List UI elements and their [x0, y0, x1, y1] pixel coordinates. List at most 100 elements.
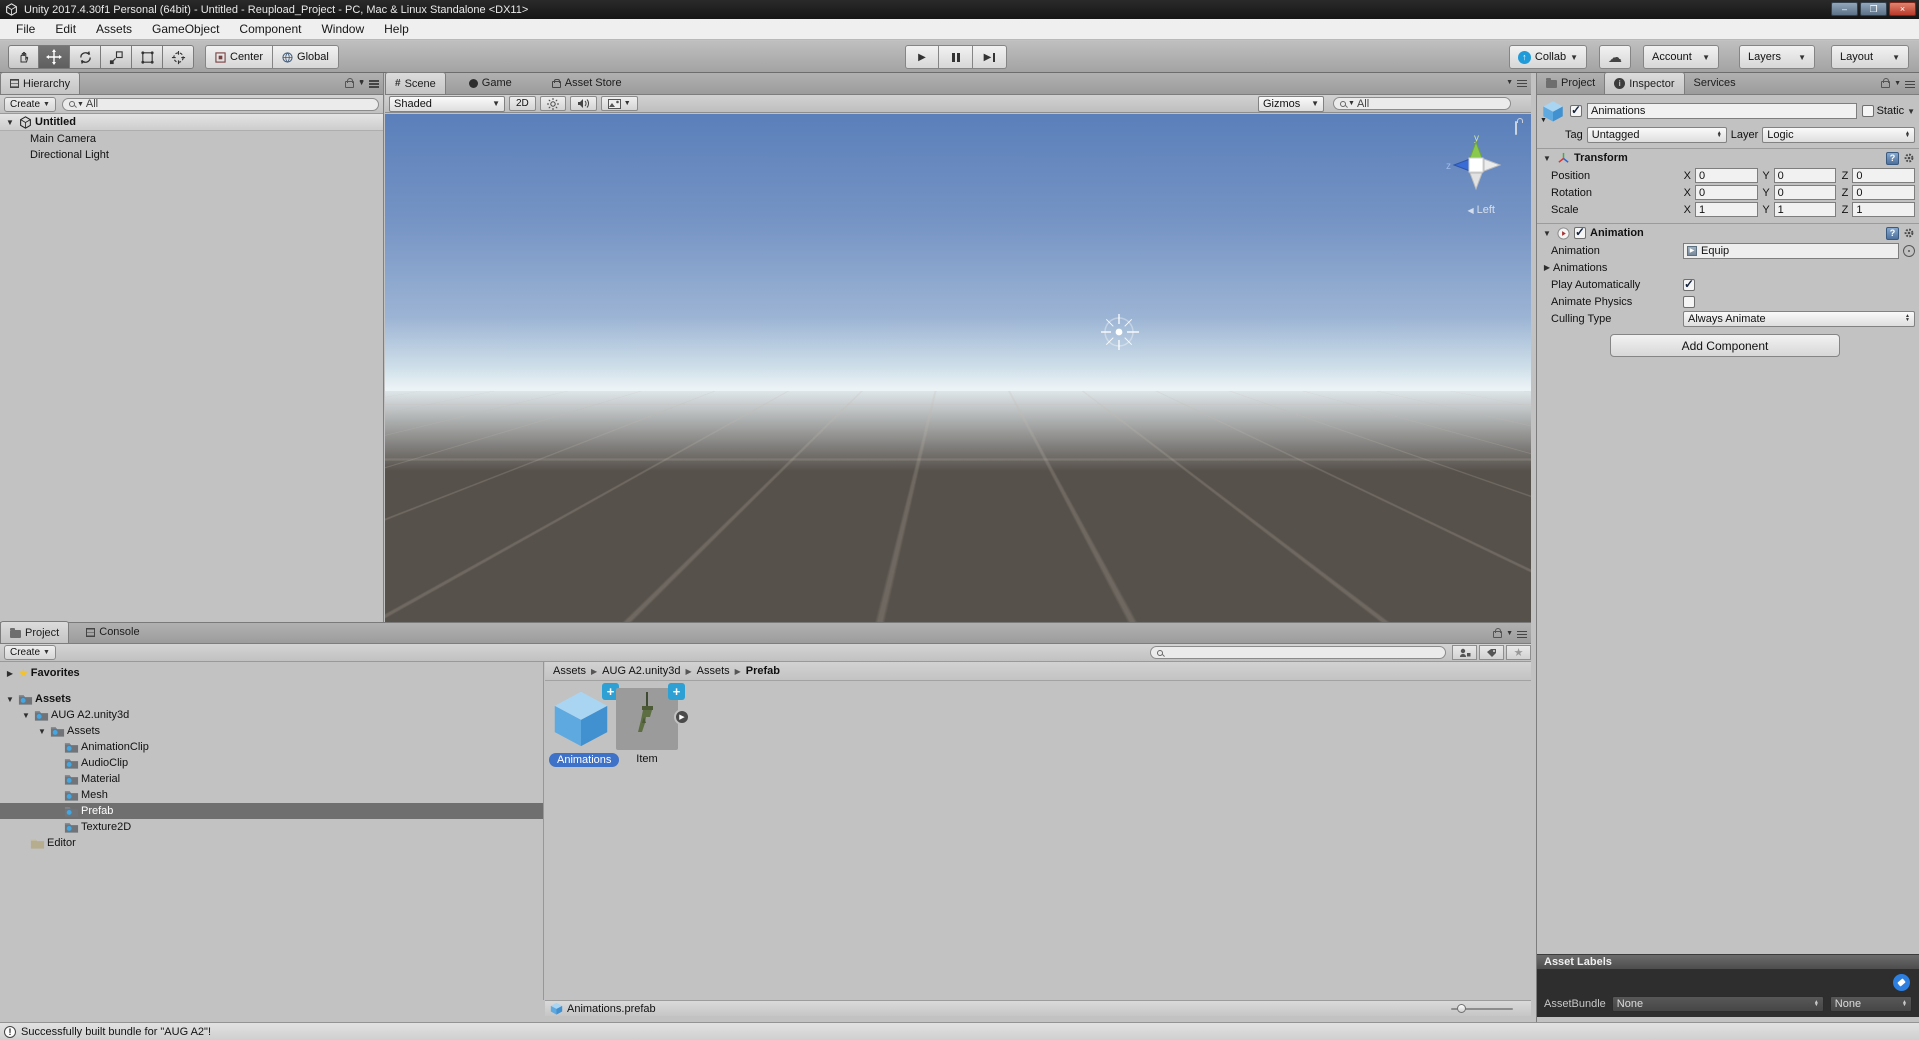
tree-row-mesh[interactable]: Mesh [0, 787, 543, 803]
menu-edit[interactable]: Edit [45, 22, 86, 36]
collab-button[interactable]: ↑ Collab ▼ [1508, 45, 1587, 69]
menu-gameobject[interactable]: GameObject [142, 22, 229, 36]
lock-icon[interactable] [1881, 78, 1891, 88]
tab-hierarchy[interactable]: Hierarchy [0, 72, 81, 94]
prefab-thumbnail[interactable] [550, 683, 619, 750]
animation-header[interactable]: Animation [1537, 224, 1919, 242]
close-button[interactable]: × [1889, 2, 1916, 16]
menu-component[interactable]: Component [229, 22, 311, 36]
item-thumbnail[interactable] [616, 683, 690, 750]
asset-label-animations[interactable]: Animations [549, 753, 620, 767]
assetbundle-dropdown[interactable]: None [1611, 996, 1824, 1012]
hierarchy-item-main-camera[interactable]: Main Camera [0, 131, 383, 147]
project-search-input[interactable] [1150, 646, 1446, 659]
expander-icon[interactable] [36, 727, 48, 736]
rotation-x-field[interactable]: 0 [1695, 185, 1758, 200]
saved-search-star-button[interactable]: ★ [1506, 645, 1531, 660]
play-button[interactable]: ▶ [905, 45, 939, 69]
transform-gizmo-tool-button[interactable] [163, 45, 194, 69]
scene-viewport[interactable]: y z Left [385, 114, 1531, 622]
tree-row-prefab[interactable]: Prefab [0, 803, 543, 819]
lock-icon[interactable] [1493, 628, 1503, 638]
culling-type-dropdown[interactable]: Always Animate [1683, 310, 1915, 327]
chevron-down-icon[interactable]: ▼ [358, 79, 365, 86]
animations-list-row[interactable]: Animations [1537, 259, 1919, 276]
menu-assets[interactable]: Assets [86, 22, 142, 36]
gizmo-center-cube[interactable] [1468, 157, 1484, 173]
tree-favorites[interactable]: ★ Favorites [0, 665, 543, 681]
orientation-gizmo[interactable]: y z [1443, 132, 1509, 201]
panel-menu-icon[interactable] [1517, 80, 1527, 87]
pivot-center-button[interactable]: Center [205, 45, 273, 69]
menu-window[interactable]: Window [311, 22, 374, 36]
search-by-label-button[interactable] [1479, 645, 1504, 660]
assetbundle-variant-dropdown[interactable]: None [1829, 996, 1912, 1012]
scale-y-field[interactable]: 1 [1773, 202, 1837, 217]
tab-asset-store[interactable]: Asset Store [543, 72, 631, 94]
gizmos-dropdown[interactable]: Gizmos ▼ [1258, 95, 1324, 112]
expander-icon[interactable] [1541, 229, 1553, 238]
cloud-button[interactable]: ☁ [1599, 45, 1631, 69]
object-name-field[interactable]: Animations [1587, 103, 1857, 119]
breadcrumb-assets-sub[interactable]: Assets [697, 665, 730, 677]
chevron-down-icon[interactable]: ▼ [1506, 630, 1513, 637]
tag-dropdown[interactable]: Untagged [1586, 127, 1727, 143]
tree-row-assets[interactable]: Assets [0, 691, 543, 707]
layout-dropdown[interactable]: Layout ▼ [1831, 45, 1909, 69]
tab-console[interactable]: Console [77, 621, 148, 643]
label-tag-button[interactable] [1893, 974, 1910, 991]
tab-services[interactable]: Services [1685, 72, 1745, 94]
tree-row-audioclip[interactable]: AudioClip [0, 755, 543, 771]
lighting-toggle-button[interactable] [539, 96, 566, 111]
animation-clip-field[interactable]: Equip [1683, 242, 1899, 259]
object-picker-icon[interactable] [1903, 244, 1915, 257]
effects-dropdown-button[interactable]: ▼ [600, 96, 638, 111]
view-orientation-label[interactable]: Left [1467, 204, 1495, 216]
scene-menu-icon[interactable] [369, 80, 379, 87]
rotation-z-field[interactable]: 0 [1852, 185, 1916, 200]
object-icon[interactable]: ▼ [1540, 99, 1565, 124]
expander-icon[interactable] [4, 695, 16, 704]
tab-project[interactable]: Project [0, 621, 70, 643]
tree-row-material[interactable]: Material [0, 771, 543, 787]
static-checkbox[interactable] [1861, 105, 1874, 117]
tab-project-right[interactable]: Project [1537, 72, 1604, 94]
slider-handle[interactable] [1457, 1004, 1466, 1013]
expander-icon[interactable] [20, 711, 32, 720]
scale-tool-button[interactable] [101, 45, 132, 69]
viewport-lock-icon[interactable] [1515, 121, 1517, 135]
layers-dropdown[interactable]: Layers ▼ [1739, 45, 1815, 69]
asset-tile-animations[interactable]: Animations [549, 683, 620, 767]
tab-game[interactable]: Game [460, 72, 521, 94]
chevron-down-icon[interactable]: ▼ [1894, 80, 1901, 87]
hand-tool-button[interactable] [8, 45, 39, 69]
gear-icon[interactable] [1903, 152, 1915, 164]
rect-tool-button[interactable] [132, 45, 163, 69]
move-tool-button[interactable] [39, 45, 70, 69]
tree-row-assets-sub[interactable]: Assets [0, 723, 543, 739]
toggle-2d-button[interactable]: 2D [509, 96, 536, 111]
transform-header[interactable]: Transform [1537, 149, 1919, 167]
tree-row-editor[interactable]: Editor [0, 835, 543, 851]
tab-scene[interactable]: # Scene [385, 72, 446, 94]
pivot-global-button[interactable]: Global [272, 45, 339, 69]
expander-icon[interactable] [1541, 263, 1553, 272]
axis-z-cone[interactable] [1452, 158, 1471, 172]
position-x-field[interactable]: 0 [1695, 168, 1758, 183]
panel-menu-icon[interactable] [1517, 630, 1527, 638]
chevron-down-icon[interactable]: ▼ [1506, 79, 1513, 86]
scene-root-row[interactable]: Untitled ▼ [0, 79, 383, 131]
asset-label-item[interactable]: Item [636, 753, 657, 765]
scale-x-field[interactable]: 1 [1695, 202, 1758, 217]
animate-physics-checkbox[interactable] [1683, 295, 1695, 308]
layer-dropdown[interactable]: Logic [1762, 127, 1915, 143]
shading-mode-dropdown[interactable]: Shaded ▼ [389, 95, 505, 112]
expander-icon[interactable] [4, 669, 16, 678]
menu-help[interactable]: Help [374, 22, 419, 36]
panel-menu-icon[interactable] [1905, 80, 1915, 88]
static-toggle[interactable]: Static ▼ [1861, 105, 1915, 117]
play-automatically-checkbox[interactable] [1683, 277, 1695, 291]
position-y-field[interactable]: 0 [1773, 168, 1837, 183]
maximize-button[interactable]: ❐ [1860, 2, 1887, 16]
prefab-expand-icon[interactable] [674, 709, 690, 725]
